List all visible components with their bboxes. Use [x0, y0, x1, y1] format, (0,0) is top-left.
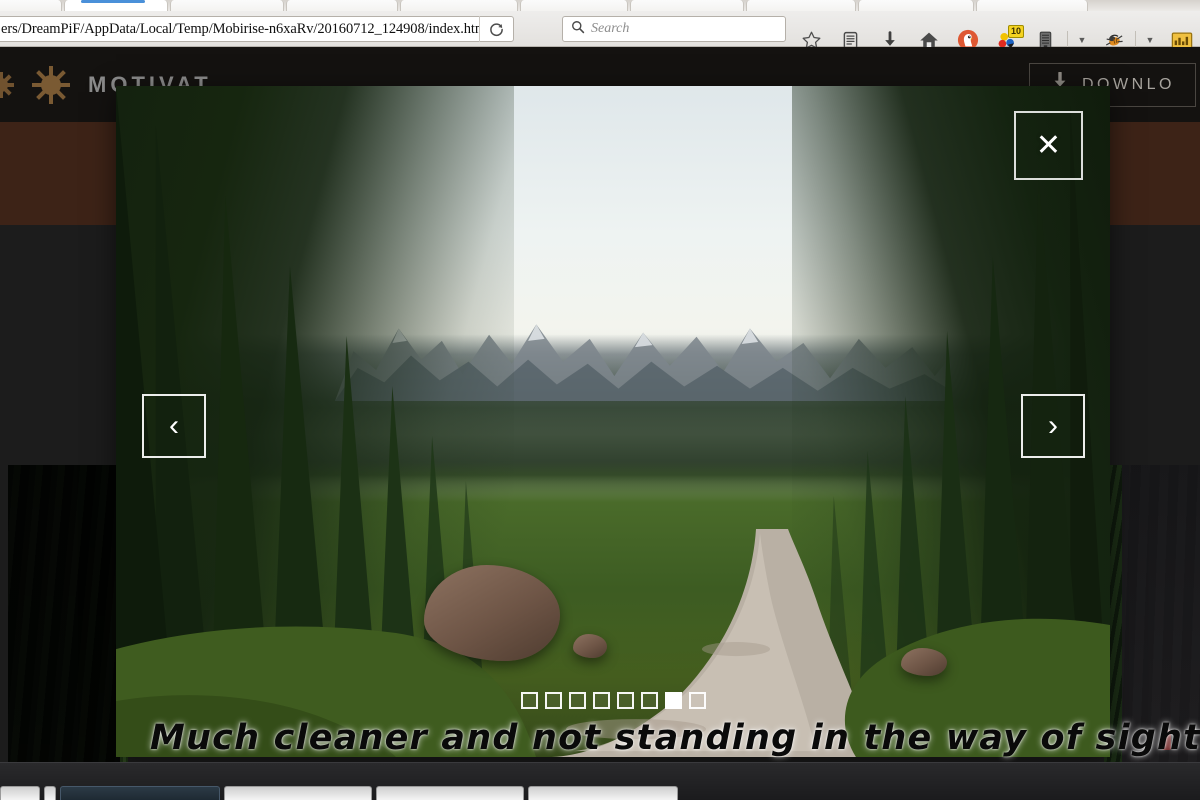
- browser-tab[interactable]: [858, 0, 974, 11]
- browser-tabstrip[interactable]: [0, 0, 1200, 11]
- addon-badge-count: 10: [1007, 25, 1024, 38]
- slide-indicator[interactable]: [664, 692, 682, 709]
- close-button[interactable]: ✕: [1014, 111, 1083, 180]
- taskbar-button[interactable]: [60, 786, 220, 800]
- boulder-shape: [424, 565, 561, 662]
- taskbar-buttons: [0, 786, 678, 800]
- sun-logo-icon: [32, 65, 70, 104]
- taskbar-button[interactable]: [0, 786, 40, 800]
- browser-tab[interactable]: [746, 0, 856, 11]
- lightbox-modal[interactable]: ✕ ‹ ›: [116, 86, 1110, 757]
- taskbar-button[interactable]: [44, 786, 56, 800]
- reload-icon[interactable]: [479, 16, 513, 42]
- slide-indicator[interactable]: [688, 692, 706, 709]
- annotation-caption: Much cleaner and not standing in the way…: [150, 718, 1200, 758]
- slide-indicator[interactable]: [520, 692, 538, 709]
- browser-navigation-bar: ers/DreamPiF/AppData/Local/Temp/Mobirise…: [0, 11, 1200, 51]
- active-tab-accent: [81, 0, 145, 3]
- slide-indicator[interactable]: [616, 692, 634, 709]
- slide-indicator[interactable]: [544, 692, 562, 709]
- gallery-thumbnail[interactable]: [8, 465, 120, 762]
- search-input[interactable]: Search: [562, 16, 786, 42]
- search-icon: [571, 20, 585, 39]
- browser-tab[interactable]: [0, 0, 62, 11]
- lightbox-photo: [116, 86, 1110, 757]
- slide-indicator[interactable]: [592, 692, 610, 709]
- address-bar-text[interactable]: ers/DreamPiF/AppData/Local/Temp/Mobirise…: [0, 21, 479, 38]
- browser-tab[interactable]: [286, 0, 398, 11]
- boulder-shape: [573, 633, 608, 658]
- prev-slide-button[interactable]: ‹: [142, 394, 206, 458]
- slide-indicator[interactable]: [640, 692, 658, 709]
- browser-tab[interactable]: [520, 0, 628, 11]
- taskbar-button[interactable]: [376, 786, 524, 800]
- taskbar-button[interactable]: [528, 786, 678, 800]
- sun-logo-icon: [0, 71, 14, 98]
- browser-tab[interactable]: [400, 0, 518, 11]
- chevron-left-icon: ‹: [169, 409, 179, 442]
- taskbar-button[interactable]: [224, 786, 372, 800]
- next-slide-button[interactable]: ›: [1021, 394, 1085, 458]
- search-placeholder-text: Search: [591, 21, 630, 36]
- browser-chrome: ers/DreamPiF/AppData/Local/Temp/Mobirise…: [0, 0, 1200, 51]
- os-taskbar: [0, 762, 1200, 800]
- browser-tab[interactable]: [976, 0, 1088, 11]
- close-icon: ✕: [1035, 128, 1062, 162]
- browser-tab[interactable]: [170, 0, 284, 11]
- slide-indicators: [116, 692, 1110, 709]
- chevron-right-icon: ›: [1048, 409, 1058, 442]
- browser-tab[interactable]: [64, 0, 168, 11]
- address-bar[interactable]: ers/DreamPiF/AppData/Local/Temp/Mobirise…: [0, 16, 514, 42]
- boulder-shape: [901, 647, 948, 676]
- slide-indicator[interactable]: [568, 692, 586, 709]
- browser-tab[interactable]: [630, 0, 744, 11]
